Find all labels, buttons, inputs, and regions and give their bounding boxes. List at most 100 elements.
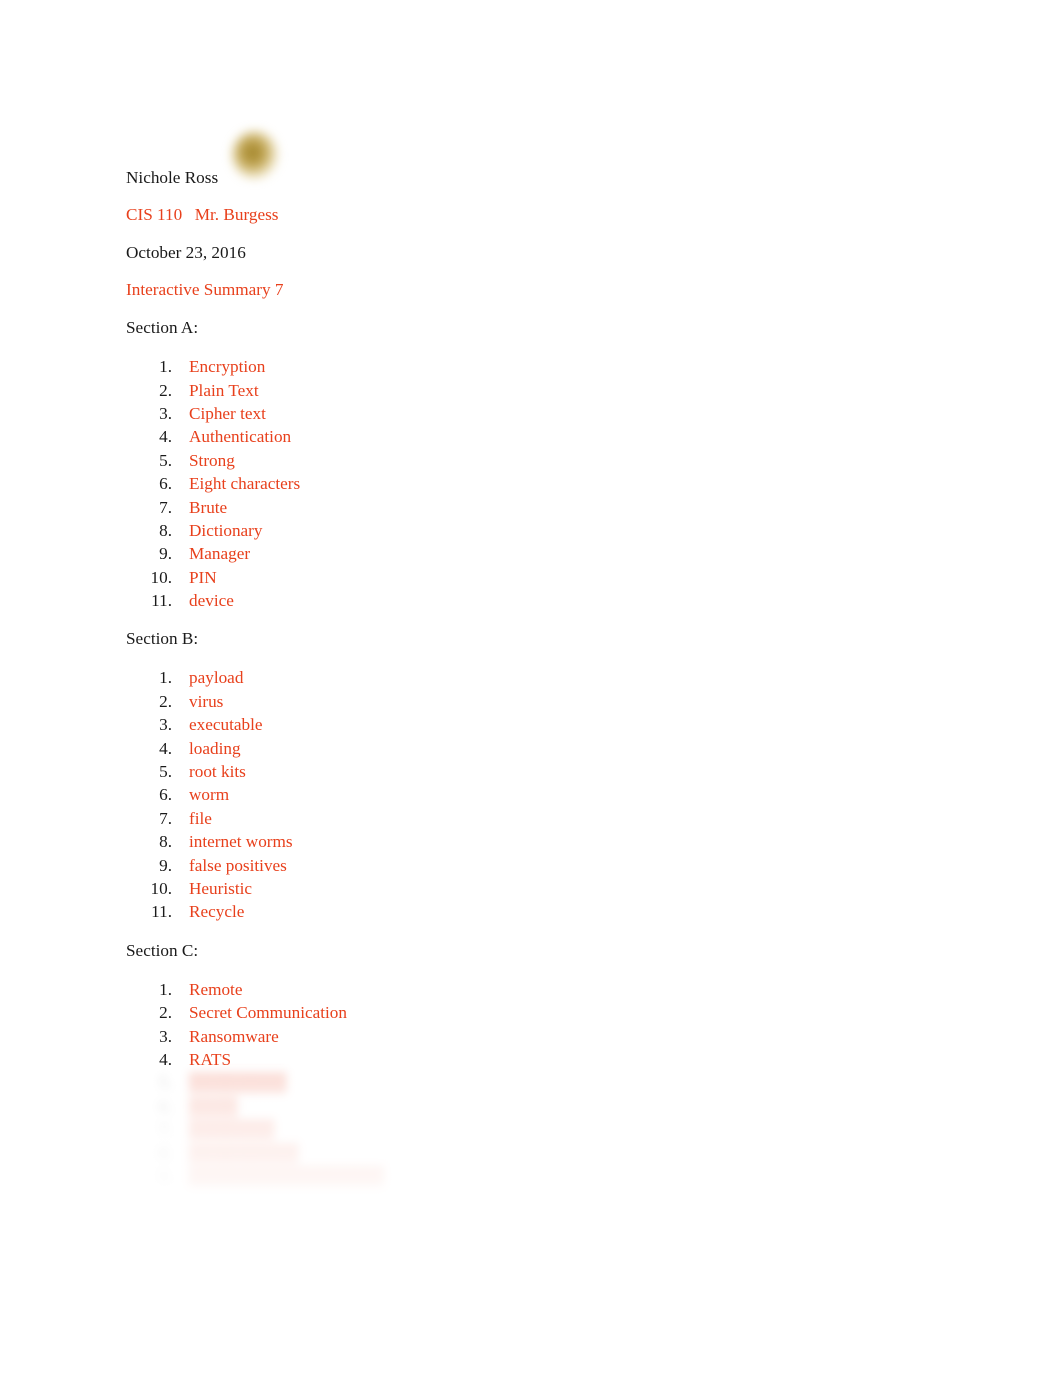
section-a-list: 1. Encryption 2. Plain Text 3. Cipher text …: [126, 355, 936, 612]
list-item-text: virus: [189, 691, 224, 711]
list-marker: 3.: [159, 1026, 172, 1046]
list-item: 1. payload: [126, 666, 936, 689]
list-item-text: file: [189, 808, 212, 828]
list-marker: 11.: [151, 591, 172, 611]
list-item-text: worm: [189, 785, 230, 805]
list-item: 3. executable: [126, 713, 936, 736]
list-marker: 1.: [159, 668, 172, 688]
list-item-text: Ransomware: [189, 1026, 279, 1046]
list-item: 9. Manager: [126, 542, 936, 565]
section-a-heading: Section A:: [124, 317, 203, 340]
list-marker: 9.: [159, 1166, 172, 1186]
list-item: 10. PIN: [126, 566, 936, 589]
section-c: Section C: 1. Remote 2. Secret Communicati…: [96, 940, 996, 1215]
list-marker: 7.: [159, 497, 172, 517]
list-item-text: executable: [189, 715, 263, 735]
list-item-text: PIN: [189, 567, 217, 587]
list-marker: 10.: [150, 567, 172, 587]
list-item: 6. ████: [126, 1095, 936, 1118]
obscured-content-region: 5. ████████ 6. ████ 7. ███████ 8. █████████ …: [96, 1065, 996, 1215]
list-item-text: false positives: [189, 855, 287, 875]
list-marker: 4.: [159, 427, 172, 447]
document-body: Nichole Ross CIS 110 Mr. Burgess October…: [96, 0, 996, 1215]
list-item: 8. █████████: [126, 1142, 936, 1165]
list-item: 1. Remote: [126, 978, 936, 1001]
list-item-text: Authentication: [189, 427, 292, 447]
list-marker: 6.: [159, 474, 172, 494]
course-instructor-line: CIS 110 Mr. Burgess: [126, 205, 279, 225]
list-item: 11. device: [126, 589, 936, 612]
list-item-text: root kits: [189, 762, 246, 782]
list-marker: 8.: [159, 832, 172, 852]
list-item: 5. root kits: [126, 760, 936, 783]
list-item-text: payload: [189, 668, 244, 688]
assignment-title: Interactive Summary 7: [126, 279, 284, 299]
document-date: October 23, 2016: [126, 242, 246, 262]
section-b-heading: Section B:: [124, 628, 203, 651]
list-item-text: Eight characters: [189, 474, 301, 494]
list-marker: 2.: [159, 691, 172, 711]
section-a: Section A: 1. Encryption 2. Plain Text 3. C…: [126, 317, 936, 612]
list-item-text: Remote: [189, 979, 243, 999]
section-c-heading: Section C:: [124, 940, 203, 963]
section-c-list: 1. Remote 2. Secret Communication 3. Ransom…: [126, 978, 936, 1072]
list-marker: 5.: [159, 762, 172, 782]
list-item-text: Strong: [189, 450, 235, 470]
author-name: Nichole Ross: [126, 168, 219, 187]
list-item-text: ████████████████: [189, 1166, 384, 1186]
list-item-text: Secret Communication: [189, 1003, 347, 1023]
list-item-text: RATS: [189, 1049, 232, 1069]
list-marker: 9.: [159, 855, 172, 875]
list-item: 1. Encryption: [126, 355, 936, 378]
list-item-text: Brute: [189, 497, 228, 517]
list-item: 4. loading: [126, 737, 936, 760]
list-item: 7. file: [126, 807, 936, 830]
list-marker: 6.: [159, 785, 172, 805]
list-marker: 5.: [159, 450, 172, 470]
list-marker: 1.: [159, 979, 172, 999]
list-marker: 4.: [159, 1049, 172, 1069]
list-marker: 11.: [151, 902, 172, 922]
list-marker: 3.: [159, 403, 172, 423]
section-c-list-obscured: 5. ████████ 6. ████ 7. ███████ 8. █████████ …: [126, 1071, 936, 1188]
list-marker: 2.: [159, 380, 172, 400]
list-item-text: Cipher text: [189, 403, 266, 423]
list-item: 5. ████████: [126, 1071, 936, 1094]
list-item: 7. ███████: [126, 1118, 936, 1141]
list-item: 9. false positives: [126, 854, 936, 877]
section-b-list: 1. payload 2. virus 3. executable 4. loading…: [126, 666, 936, 923]
list-marker: 9.: [159, 544, 172, 564]
list-item: 3. Ransomware: [126, 1025, 936, 1048]
list-item-text: █████████: [189, 1143, 299, 1163]
list-marker: 3.: [159, 715, 172, 735]
list-item-text: ████████: [189, 1073, 287, 1093]
list-item: 8. Dictionary: [126, 519, 936, 542]
list-item: 4. RATS: [126, 1048, 936, 1071]
list-item: 10. Heuristic: [126, 877, 936, 900]
list-item-text: Encryption: [189, 357, 266, 377]
list-item: 2. Secret Communication: [126, 1001, 936, 1024]
list-item: 6. Eight characters: [126, 472, 936, 495]
list-item: 11. Recycle: [126, 900, 936, 923]
list-item-text: Recycle: [189, 902, 245, 922]
list-marker: 6.: [159, 1096, 172, 1116]
document-page: Nichole Ross CIS 110 Mr. Burgess October…: [0, 0, 1062, 1377]
list-item: 6. worm: [126, 783, 936, 806]
list-item-text: ███████: [189, 1120, 275, 1140]
list-item-text: Dictionary: [189, 520, 263, 540]
list-marker: 7.: [159, 1120, 172, 1140]
list-marker: 8.: [159, 520, 172, 540]
list-item: 4. Authentication: [126, 425, 936, 448]
list-item-text: Manager: [189, 544, 251, 564]
list-marker: 10.: [150, 879, 172, 898]
list-item-text: Plain Text: [189, 380, 259, 400]
list-marker: 8.: [159, 1143, 172, 1163]
list-marker: 2.: [159, 1003, 172, 1023]
list-item: 3. Cipher text: [126, 402, 936, 425]
list-item: 7. Brute: [126, 496, 936, 519]
list-marker: 4.: [159, 738, 172, 758]
list-item-text: internet worms: [189, 832, 293, 852]
list-item: 2. Plain Text: [126, 379, 936, 402]
list-item: 9. ████████████████: [126, 1165, 936, 1188]
list-item-text: loading: [189, 738, 241, 758]
